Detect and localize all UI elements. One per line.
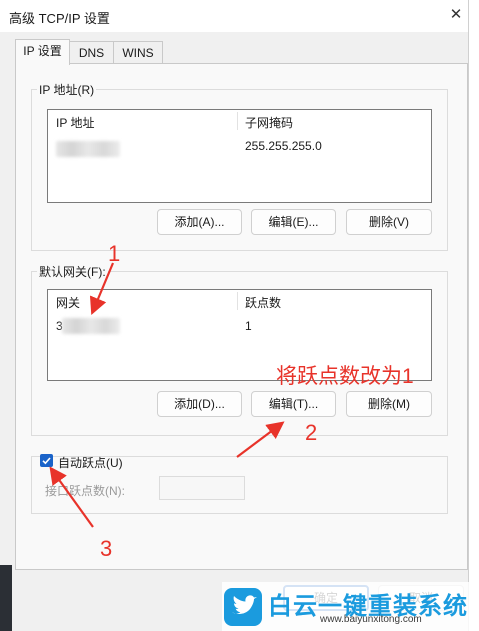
gateway-delete-button[interactable]: 删除(M) [346,391,432,417]
auto-metric-checkbox[interactable] [40,454,53,467]
auto-metric-label[interactable]: 自动跃点(U) [58,454,123,471]
tab-wins[interactable]: WINS [113,41,163,64]
background-taskbar-edge [0,565,12,631]
window-title: 高级 TCP/IP 设置 [9,11,110,26]
column-header-mask[interactable]: 子网掩码 [245,114,293,131]
annotation-marker-3: 3 [100,536,113,561]
default-gateway-group-label: 默认网关(F): [37,263,108,280]
ip-address-list[interactable]: IP 地址 子网掩码 255.255.255.0 [47,109,432,203]
background-window-edge [468,0,479,631]
advanced-tcpip-dialog: 高级 TCP/IP 设置 ✕ IP 设置 DNS WINS IP 地址(R) I… [0,0,468,631]
watermark-url: www.baiyunxitong.com [320,614,422,625]
subnet-mask-cell[interactable]: 255.255.255.0 [245,139,322,153]
tab-dns[interactable]: DNS [68,41,115,64]
metric-cell[interactable]: 1 [245,319,252,333]
column-header-metric[interactable]: 跃点数 [245,294,281,311]
column-separator [237,112,238,130]
ip-add-button[interactable]: 添加(A)... [157,209,242,235]
checkmark-icon [42,457,51,465]
interface-metric-input[interactable] [159,476,245,500]
column-separator [237,292,238,310]
gateway-edit-button[interactable]: 编辑(T)... [251,391,336,417]
ip-address-group-label: IP 地址(R) [37,81,97,98]
tab-ip-settings[interactable]: IP 设置 [15,39,70,65]
redacted-ip-address [56,141,120,157]
annotation-marker-2: 2 [305,420,318,445]
gateway-add-button[interactable]: 添加(D)... [157,391,242,417]
bird-logo-icon [224,588,262,626]
ip-edit-button[interactable]: 编辑(E)... [251,209,336,235]
ip-delete-button[interactable]: 删除(V) [346,209,432,235]
interface-metric-label: 接口跃点数(N): [45,484,125,498]
annotation-marker-1: 1 [108,241,121,266]
title-bar: 高级 TCP/IP 设置 ✕ [0,0,468,32]
column-header-gateway[interactable]: 网关 [56,294,80,311]
redacted-gateway-address [62,318,120,334]
column-header-ip[interactable]: IP 地址 [56,114,94,131]
annotation-instruction: 将跃点数改为1 [276,365,414,388]
close-button[interactable]: ✕ [444,2,468,28]
